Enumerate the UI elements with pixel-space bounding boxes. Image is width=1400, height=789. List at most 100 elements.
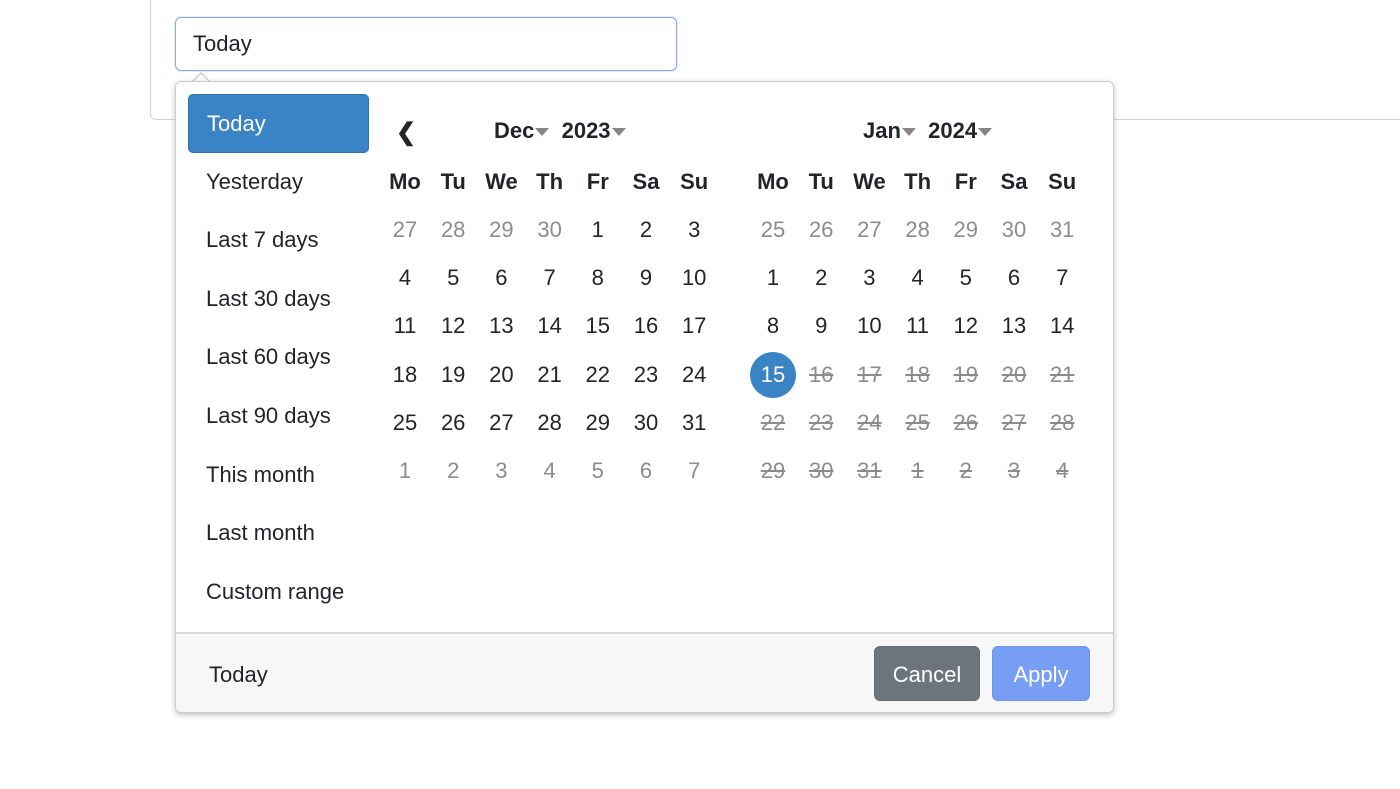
calendar-day[interactable]: 31 xyxy=(671,400,717,446)
calendar-day[interactable]: 5 xyxy=(575,448,621,494)
calendar-day[interactable]: 3 xyxy=(671,207,717,253)
calendar-day[interactable]: 7 xyxy=(671,448,717,494)
range-item[interactable]: Today xyxy=(188,94,369,153)
calendar-day[interactable]: 25 xyxy=(382,400,428,446)
calendar-day[interactable]: 9 xyxy=(798,303,844,349)
range-item[interactable]: Last 7 days xyxy=(188,211,369,270)
calendar-day[interactable]: 15 xyxy=(575,303,621,349)
range-item[interactable]: Last 60 days xyxy=(188,328,369,387)
calendar-day[interactable]: 21 xyxy=(527,352,573,398)
year-select[interactable]: 2024 xyxy=(928,118,993,143)
calendar-day[interactable]: 5 xyxy=(430,255,476,301)
calendar-day: 3 xyxy=(1007,458,1021,483)
calendar-day: 25 xyxy=(905,409,930,435)
caret-down-icon xyxy=(901,128,916,137)
calendar-day: 31 xyxy=(857,458,882,483)
weekday-header: Su xyxy=(680,169,709,194)
calendar-day[interactable]: 27 xyxy=(478,400,524,446)
year-select[interactable]: 2023 xyxy=(562,118,626,143)
calendar-day: 21 xyxy=(1049,361,1075,387)
calendar-day[interactable]: 28 xyxy=(430,207,476,253)
calendar-day[interactable]: 30 xyxy=(527,207,573,253)
calendar-day[interactable]: 16 xyxy=(623,303,669,349)
range-item[interactable]: Last 90 days xyxy=(188,387,369,446)
calendar-day: 24 xyxy=(857,409,882,435)
range-item[interactable]: This month xyxy=(188,446,369,505)
calendar-day[interactable]: 1 xyxy=(382,448,428,494)
calendar-day[interactable]: 19 xyxy=(430,352,476,398)
calendar-day[interactable]: 25 xyxy=(750,207,796,253)
calendar-day[interactable]: 11 xyxy=(895,303,941,349)
calendar-day[interactable]: 14 xyxy=(1039,303,1085,349)
calendar-day[interactable]: 4 xyxy=(895,255,941,301)
month-select[interactable]: Jan xyxy=(863,118,916,143)
calendar-day: 22 xyxy=(760,409,786,435)
calendar-day[interactable]: 5 xyxy=(943,255,989,301)
calendar-day[interactable]: 13 xyxy=(478,303,524,349)
calendar-day[interactable]: 1 xyxy=(750,255,796,301)
calendar-day[interactable]: 27 xyxy=(382,207,428,253)
calendar-day[interactable]: 29 xyxy=(943,207,989,253)
calendar-day[interactable]: 3 xyxy=(846,255,892,301)
calendar-day[interactable]: 11 xyxy=(382,303,428,349)
calendar-day: 20 xyxy=(1001,361,1027,387)
calendar-day: 16 xyxy=(808,361,834,387)
calendar-day[interactable]: 12 xyxy=(430,303,476,349)
calendar-day[interactable]: 15 xyxy=(750,351,796,398)
apply-button[interactable]: Apply xyxy=(992,646,1090,701)
calendar-day[interactable]: 18 xyxy=(382,352,428,398)
calendar-day[interactable]: 30 xyxy=(991,207,1037,253)
calendar-day[interactable]: 8 xyxy=(575,255,621,301)
range-item[interactable]: Last 30 days xyxy=(188,270,369,329)
calendar-day[interactable]: 8 xyxy=(750,303,796,349)
calendar-day[interactable]: 7 xyxy=(527,255,573,301)
calendar-day[interactable]: 27 xyxy=(846,207,892,253)
calendar-day: 4 xyxy=(1056,458,1069,483)
date-range-input[interactable]: Today xyxy=(175,17,677,71)
calendar-day[interactable]: 4 xyxy=(527,448,573,494)
calendar-day[interactable]: 14 xyxy=(527,303,573,349)
calendar-day[interactable]: 22 xyxy=(575,352,621,398)
year-label: 2023 xyxy=(561,118,611,143)
calendar-day[interactable]: 17 xyxy=(671,303,717,349)
calendar-day[interactable]: 9 xyxy=(623,255,669,301)
calendar-day[interactable]: 1 xyxy=(575,207,621,253)
calendar-day[interactable]: 12 xyxy=(943,303,989,349)
calendar-day[interactable]: 10 xyxy=(846,303,892,349)
calendar-day[interactable]: 2 xyxy=(798,255,844,301)
calendar-day[interactable]: 28 xyxy=(527,400,573,446)
calendar-day[interactable]: 31 xyxy=(1039,207,1085,253)
range-item[interactable]: Custom range xyxy=(188,563,369,622)
calendar-day: 26 xyxy=(953,409,979,435)
calendar-day[interactable]: 7 xyxy=(1039,255,1085,301)
calendar-day[interactable]: 26 xyxy=(798,207,844,253)
calendar-day[interactable]: 6 xyxy=(623,448,669,494)
weekday-header: Sa xyxy=(1000,169,1028,194)
month-select[interactable]: Dec xyxy=(494,118,550,143)
calendar-day[interactable]: 29 xyxy=(575,400,621,446)
calendar-day[interactable]: 30 xyxy=(623,400,669,446)
month-label: Jan xyxy=(863,118,901,143)
calendar-day: 29 xyxy=(760,458,786,483)
calendar-day[interactable]: 23 xyxy=(623,352,669,398)
calendar-day[interactable]: 4 xyxy=(382,255,428,301)
selected-range-label: Today xyxy=(209,662,268,687)
chevron-left-icon[interactable]: ❮ xyxy=(396,118,416,147)
range-item[interactable]: Yesterday xyxy=(188,153,369,212)
cancel-button[interactable]: Cancel xyxy=(874,646,980,701)
calendar-day[interactable]: 2 xyxy=(623,207,669,253)
calendar-day[interactable]: 26 xyxy=(430,400,476,446)
calendar-day[interactable]: 3 xyxy=(478,448,524,494)
calendar-day[interactable]: 6 xyxy=(478,255,524,301)
daterangepicker: Today Yesterday Last 7 days Last 30 days Las… xyxy=(175,81,1114,713)
calendar-day[interactable]: 29 xyxy=(478,207,524,253)
range-item[interactable]: Last month xyxy=(188,504,369,563)
weekday-header: Tu xyxy=(440,169,466,194)
calendar-day[interactable]: 10 xyxy=(671,255,717,301)
calendar-day[interactable]: 24 xyxy=(671,352,717,398)
calendar-day[interactable]: 6 xyxy=(991,255,1037,301)
calendar-day[interactable]: 28 xyxy=(895,207,941,253)
calendar-day[interactable]: 2 xyxy=(430,448,476,494)
calendar-day[interactable]: 13 xyxy=(991,303,1037,349)
calendar-day[interactable]: 20 xyxy=(478,352,524,398)
